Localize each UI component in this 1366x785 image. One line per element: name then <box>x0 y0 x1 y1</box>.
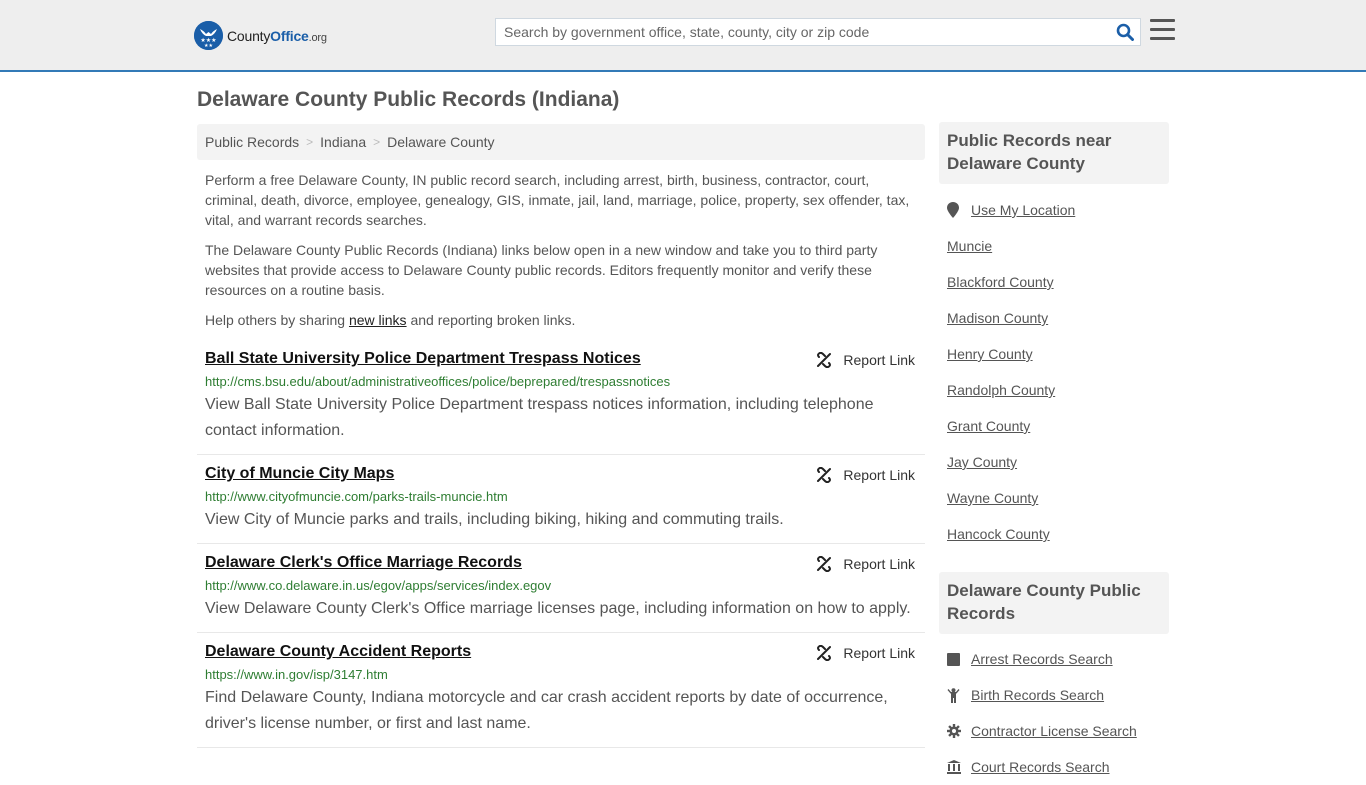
list-item: Ball State University Police Department … <box>197 340 925 455</box>
intro-paragraph: Perform a free Delaware County, IN publi… <box>205 172 910 228</box>
contractor-license-link[interactable]: Contractor License Search <box>971 723 1137 739</box>
record-links-list: Ball State University Police Department … <box>197 340 925 748</box>
new-links-link[interactable]: new links <box>349 312 407 328</box>
breadcrumb-separator: > <box>306 135 314 149</box>
record-link-url: https://www.in.gov/isp/3147.htm <box>205 667 388 682</box>
nearby-link[interactable]: Muncie <box>947 238 992 254</box>
square-icon <box>947 652 963 666</box>
sidebar-item-grant-county: Grant County <box>947 408 1169 444</box>
county-records-list: Arrest Records Search Birth Records Sear… <box>947 641 1169 785</box>
child-icon <box>947 687 963 703</box>
breadcrumb: Public Records > Indiana > Delaware Coun… <box>197 124 925 160</box>
broken-link-icon <box>817 645 832 661</box>
nearby-link[interactable]: Jay County <box>947 454 1017 470</box>
broken-link-icon <box>817 556 832 572</box>
record-link-title[interactable]: Ball State University Police Department … <box>205 350 641 368</box>
nearby-link[interactable]: Madison County <box>947 310 1048 326</box>
record-link-url: http://www.cityofmuncie.com/parks-trails… <box>205 489 508 504</box>
arrest-records-link[interactable]: Arrest Records Search <box>971 651 1113 667</box>
sidebar-item-randolph-county: Randolph County <box>947 372 1169 408</box>
nearby-link[interactable]: Grant County <box>947 418 1030 434</box>
record-link-description: View Ball State University Police Depart… <box>205 396 874 439</box>
logo-wordmark: CountyOffice.org <box>227 27 327 44</box>
report-link-button[interactable]: Report Link <box>816 467 915 483</box>
list-item: Delaware Clerk's Office Marriage Records… <box>197 544 925 633</box>
disclaimer-paragraph: The Delaware County Public Records (Indi… <box>205 242 878 298</box>
sidebar-item-muncie: Muncie <box>947 228 1169 264</box>
breadcrumb-indiana[interactable]: Indiana <box>320 134 366 150</box>
page-title: Delaware County Public Records (Indiana) <box>197 88 620 111</box>
record-link-description: Find Delaware County, Indiana motorcycle… <box>205 689 888 732</box>
record-link-title[interactable]: City of Muncie City Maps <box>205 465 394 483</box>
sidebar-item-henry-county: Henry County <box>947 336 1169 372</box>
breadcrumb-delaware-county[interactable]: Delaware County <box>387 134 494 150</box>
record-link-title[interactable]: Delaware Clerk's Office Marriage Records <box>205 554 522 572</box>
broken-link-icon <box>817 467 832 483</box>
sidebar-item-court-records: Court Records Search <box>947 749 1169 785</box>
record-link-url: http://www.co.delaware.in.us/egov/apps/s… <box>205 578 552 593</box>
report-link-button[interactable]: Report Link <box>816 556 915 572</box>
list-item: Delaware County Accident Reports Report … <box>197 633 925 748</box>
search-bar <box>495 18 1141 46</box>
nearby-link[interactable]: Wayne County <box>947 490 1038 506</box>
gear-icon <box>947 724 963 738</box>
search-input[interactable] <box>496 19 1110 45</box>
nearby-records-list: Use My Location Muncie Blackford County … <box>947 192 1169 552</box>
record-link-description: View City of Muncie parks and trails, in… <box>205 511 784 528</box>
nearby-link[interactable]: Blackford County <box>947 274 1054 290</box>
svg-text:★★: ★★ <box>204 43 213 49</box>
report-link-button[interactable]: Report Link <box>816 352 915 368</box>
record-link-url: http://cms.bsu.edu/about/administrativeo… <box>205 374 671 389</box>
nearby-records-heading: Public Records near Delaware County <box>939 122 1169 184</box>
birth-records-link[interactable]: Birth Records Search <box>971 687 1104 703</box>
sidebar-item-blackford-county: Blackford County <box>947 264 1169 300</box>
nearby-link[interactable]: Randolph County <box>947 382 1055 398</box>
breadcrumb-separator: > <box>373 135 381 149</box>
map-marker-icon <box>947 202 963 218</box>
record-link-description: View Delaware County Clerk's Office marr… <box>205 600 911 617</box>
menu-bar-icon <box>1150 19 1175 22</box>
county-records-heading: Delaware County Public Records <box>939 572 1169 634</box>
record-link-title[interactable]: Delaware County Accident Reports <box>205 643 471 661</box>
menu-bar-icon <box>1150 37 1175 40</box>
report-link-button[interactable]: Report Link <box>816 645 915 661</box>
menu-bar-icon <box>1150 28 1175 31</box>
sidebar-item-birth-records: Birth Records Search <box>947 677 1169 713</box>
nearby-link[interactable]: Henry County <box>947 346 1033 362</box>
courthouse-icon <box>947 760 963 774</box>
sidebar-item-wayne-county: Wayne County <box>947 480 1169 516</box>
breadcrumb-public-records[interactable]: Public Records <box>205 134 299 150</box>
eagle-logo-icon: ★★★ ★★ <box>194 21 223 50</box>
share-links-paragraph: Help others by sharing new links and rep… <box>205 312 576 328</box>
use-my-location-item: Use My Location <box>947 192 1169 228</box>
site-header: ★★★ ★★ CountyOffice.org <box>0 0 1366 72</box>
nearby-link[interactable]: Hancock County <box>947 526 1050 542</box>
hamburger-menu-button[interactable] <box>1150 19 1175 42</box>
sidebar-item-contractor-license: Contractor License Search <box>947 713 1169 749</box>
sidebar-item-madison-county: Madison County <box>947 300 1169 336</box>
search-button[interactable] <box>1110 19 1140 45</box>
broken-link-icon <box>817 352 832 368</box>
use-my-location-link[interactable]: Use My Location <box>971 202 1075 218</box>
sidebar-item-jay-county: Jay County <box>947 444 1169 480</box>
court-records-link[interactable]: Court Records Search <box>971 759 1110 775</box>
sidebar-item-hancock-county: Hancock County <box>947 516 1169 552</box>
list-item: City of Muncie City Maps Report Link htt… <box>197 455 925 544</box>
search-icon <box>1116 23 1134 41</box>
sidebar-item-arrest-records: Arrest Records Search <box>947 641 1169 677</box>
site-logo[interactable]: ★★★ ★★ CountyOffice.org <box>194 21 327 50</box>
